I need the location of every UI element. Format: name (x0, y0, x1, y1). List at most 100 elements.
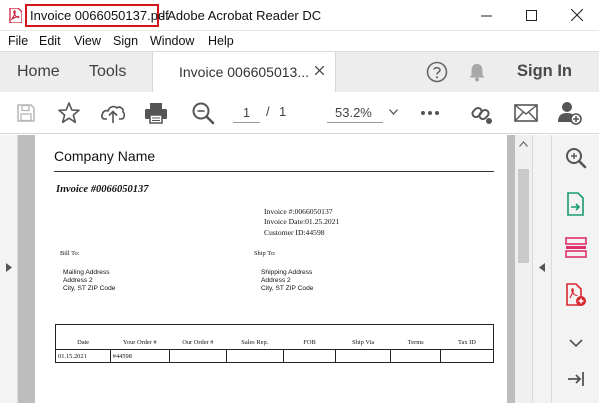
menu-view[interactable]: View (74, 34, 101, 48)
window-title-app: - Adobe Acrobat Reader DC (160, 8, 322, 23)
export-pdf-button[interactable] (564, 192, 588, 216)
close-window-button[interactable] (554, 0, 599, 30)
left-panel-toggle[interactable] (0, 135, 18, 403)
maximize-icon (526, 9, 537, 21)
more-tools-button[interactable] (416, 99, 444, 127)
chevron-down-icon (569, 339, 583, 347)
minimize-button[interactable] (464, 0, 509, 30)
save-button[interactable] (12, 99, 40, 127)
table-cell (282, 349, 337, 363)
table-row: 01.15.2021 #44598 (55, 349, 494, 363)
more-tools-expand[interactable] (564, 331, 588, 355)
invoice-heading: Invoice #0066050137 (56, 184, 149, 195)
tools-pane (551, 135, 599, 403)
header-rule (54, 171, 494, 172)
ship-to-address: Shipping Address Address 2 City, ST ZIP … (261, 269, 313, 294)
title-bar: Invoice 0066050137.pdf - Adobe Acrobat R… (0, 0, 599, 31)
tab-bar: Home Tools Invoice 006605013... Sign In (0, 51, 599, 93)
tab-tools[interactable]: Tools (89, 63, 126, 81)
menu-sign[interactable]: Sign (113, 34, 138, 48)
bill-to-line: Address 2 (63, 277, 93, 285)
window-title-filename: Invoice 0066050137.pdf (30, 8, 169, 23)
chevron-down-icon[interactable] (389, 109, 398, 115)
notifications-button[interactable] (466, 60, 488, 84)
bell-icon (469, 64, 485, 82)
scrollbar-thumb[interactable] (518, 169, 529, 263)
table-header-row: Date Your Order # Our Order # Sales Rep.… (55, 324, 494, 350)
invoice-date: Invoice Date:01.25.2021 (264, 217, 340, 226)
ship-to-label: Ship To: (254, 250, 276, 257)
mail-icon (514, 104, 538, 122)
share-link-button[interactable] (468, 99, 496, 127)
table-header: FOB (283, 324, 336, 350)
menu-bar: File Edit View Sign Window Help (0, 31, 599, 52)
print-icon (145, 103, 167, 124)
export-pdf-icon (567, 192, 584, 216)
link-icon (471, 106, 492, 124)
help-button[interactable] (425, 60, 449, 84)
table-cell (440, 349, 494, 363)
zoom-scan-icon (566, 148, 587, 169)
table-cell: 01.15.2021 (55, 349, 111, 363)
invoice-number: Invoice #:0066050137 (264, 207, 333, 216)
close-icon (570, 9, 583, 21)
bill-to-line: City, ST ZIP Code (63, 285, 116, 293)
right-panel-toggle[interactable] (532, 135, 551, 403)
expand-left-icon (6, 263, 12, 272)
create-pdf-icon (566, 283, 586, 306)
sign-in-button[interactable]: Sign In (517, 62, 572, 81)
bill-to-address: Mailing Address Address 2 City, ST ZIP C… (63, 269, 115, 294)
bill-to-label: Bill To: (60, 250, 80, 257)
help-icon (426, 61, 448, 83)
page-total: 1 (279, 104, 287, 119)
table-header: Sales Rep. (226, 324, 284, 350)
minimize-icon (481, 15, 492, 16)
tab-home[interactable]: Home (17, 63, 60, 81)
zoom-level-input[interactable]: 53.2% (327, 103, 383, 123)
invoice-items-table: Date Your Order # Our Order # Sales Rep.… (55, 324, 494, 363)
save-icon (17, 104, 35, 122)
more-icon (421, 111, 439, 115)
pdf-icon (9, 8, 22, 23)
page-number-input[interactable]: 1 (233, 103, 260, 123)
pdf-page: Company Name Invoice #0066050137 Invoice… (35, 135, 507, 403)
find-text-button[interactable] (189, 99, 217, 127)
table-cell (335, 349, 392, 363)
collapse-tools-pane-button[interactable] (564, 367, 588, 391)
ship-to-line: Address 2 (261, 277, 291, 285)
scroll-up-icon[interactable] (519, 141, 528, 147)
menu-file[interactable]: File (8, 34, 28, 48)
menu-window[interactable]: Window (150, 34, 194, 48)
print-button[interactable] (142, 99, 170, 127)
bookmark-star-button[interactable] (55, 99, 83, 127)
company-name: Company Name (54, 148, 156, 164)
menu-help[interactable]: Help (208, 34, 234, 48)
organize-pages-button[interactable] (564, 236, 588, 260)
table-header: Date (55, 324, 111, 350)
ship-to-line: City, ST ZIP Code (261, 285, 314, 293)
enhance-scan-button[interactable] (564, 146, 588, 170)
maximize-button[interactable] (509, 0, 554, 30)
tab-document[interactable]: Invoice 006605013... (152, 52, 336, 93)
organize-pages-icon (565, 237, 587, 258)
collapse-pane-icon (568, 372, 584, 386)
table-header: Ship Via (335, 324, 391, 350)
table-header: Terms (390, 324, 441, 350)
table-header: Tax ID (440, 324, 494, 350)
create-pdf-button[interactable] (564, 283, 588, 307)
table-header: Our Order # (169, 324, 227, 350)
customer-id: Customer ID:44598 (264, 228, 325, 237)
zoom-search-icon (192, 102, 215, 125)
vertical-scrollbar[interactable] (515, 135, 532, 403)
menu-edit[interactable]: Edit (39, 34, 61, 48)
table-cell: #44598 (109, 349, 170, 363)
document-viewer[interactable]: Company Name Invoice #0066050137 Invoice… (18, 135, 515, 403)
share-upload-button[interactable] (99, 99, 127, 127)
close-tab-icon[interactable] (315, 66, 324, 75)
bill-to-line: Mailing Address (63, 269, 110, 276)
add-user-icon (558, 102, 582, 125)
share-with-people-button[interactable] (556, 99, 584, 127)
collapse-right-icon (539, 263, 545, 272)
toolbar: 1 / 1 53.2% (0, 92, 599, 134)
email-button[interactable] (512, 99, 540, 127)
